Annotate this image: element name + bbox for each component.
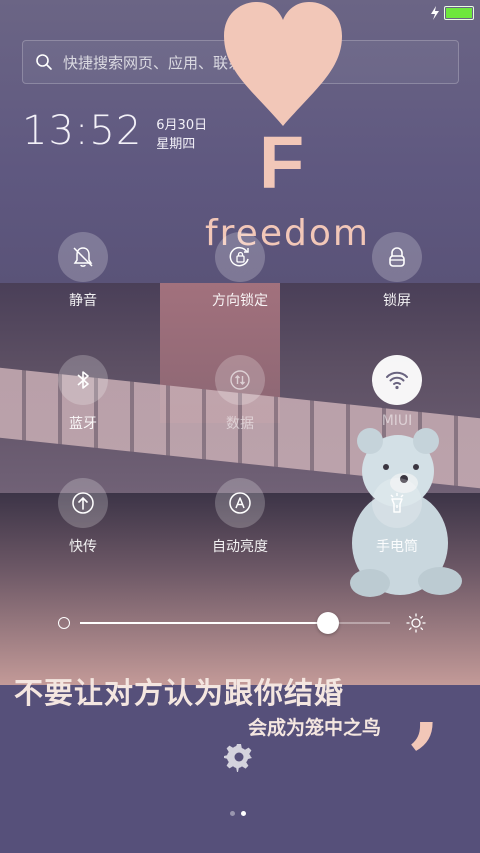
status-bar: [430, 4, 474, 22]
battery-fill: [446, 8, 472, 18]
wifi-icon: [386, 371, 408, 390]
toggle-mobile-data-label: 数据: [226, 416, 254, 432]
brightness-thumb[interactable]: [317, 612, 339, 634]
toggle-bluetooth[interactable]: 蓝牙: [28, 355, 138, 433]
bell-off-icon: [73, 247, 93, 267]
search-icon: [36, 54, 52, 70]
toggle-mute-label: 静音: [69, 293, 97, 309]
clock-weekday: 星期四: [156, 137, 196, 152]
toggle-lock-screen[interactable]: 锁屏: [342, 232, 452, 310]
toggle-wifi-circle[interactable]: [372, 355, 422, 405]
toggle-flashlight[interactable]: 手电筒: [342, 478, 452, 556]
bluetooth-icon: [77, 371, 89, 389]
toggle-quick-send-circle[interactable]: [58, 478, 108, 528]
wallpaper-letter: F: [259, 121, 305, 204]
settings-gear-icon[interactable]: [224, 742, 254, 772]
wallpaper-quote-mark: ,: [410, 652, 442, 758]
lock-icon: [389, 247, 405, 267]
data-arrows-icon: [230, 370, 250, 390]
clock-widget[interactable]: 13:52 6月30日 星期四: [22, 108, 207, 154]
clock-time: 13:52: [22, 108, 143, 154]
brightness-high-icon: [406, 613, 426, 633]
toggle-lock-screen-circle[interactable]: [372, 232, 422, 282]
toggle-bluetooth-label: 蓝牙: [69, 416, 97, 432]
wallpaper-quote-line2: 会成为笼中之鸟: [248, 717, 382, 739]
clock-date-block: 6月30日 星期四: [156, 116, 207, 154]
toggle-auto-brightness-circle[interactable]: [215, 478, 265, 528]
toggle-mute-circle[interactable]: [58, 232, 108, 282]
wallpaper-quote-line1: 不要让对方认为跟你结婚: [14, 676, 345, 710]
page-indicator: [230, 811, 246, 816]
toggle-wifi-label: MIUI: [381, 413, 413, 429]
clock-date: 6月30日: [156, 118, 208, 133]
battery-icon: [444, 6, 474, 20]
toggle-quick-send-label: 快传: [69, 539, 97, 555]
toggle-mobile-data-circle[interactable]: [215, 355, 265, 405]
toggle-flashlight-circle[interactable]: [372, 478, 422, 528]
rotation-lock-icon: [229, 246, 249, 267]
toggle-bluetooth-circle[interactable]: [58, 355, 108, 405]
toggle-auto-brightness[interactable]: 自动亮度: [185, 478, 295, 556]
page-dot-1[interactable]: [230, 811, 235, 816]
upload-arrow-icon: [72, 492, 94, 514]
toggle-rotation-lock[interactable]: 方向锁定: [185, 232, 295, 310]
brightness-low-icon: [58, 617, 70, 629]
toggle-flashlight-label: 手电筒: [376, 539, 418, 555]
brightness-slider[interactable]: [58, 610, 426, 636]
auto-brightness-icon: [229, 492, 251, 514]
toggle-rotation-lock-label: 方向锁定: [212, 293, 268, 309]
toggle-lock-screen-label: 锁屏: [383, 293, 411, 309]
brightness-track[interactable]: [80, 622, 390, 624]
toggle-quick-send[interactable]: 快传: [28, 478, 138, 556]
charging-bolt-icon: [431, 6, 439, 20]
toggle-mute[interactable]: 静音: [28, 232, 138, 310]
toggle-wifi[interactable]: MIUI: [342, 355, 452, 429]
brightness-fill: [80, 622, 328, 624]
toggle-mobile-data[interactable]: 数据: [185, 355, 295, 433]
page-dot-2[interactable]: [241, 811, 246, 816]
heart-decoration: [224, 2, 342, 126]
toggle-auto-brightness-label: 自动亮度: [212, 539, 268, 555]
flashlight-icon: [390, 493, 404, 513]
toggle-rotation-lock-circle[interactable]: [215, 232, 265, 282]
